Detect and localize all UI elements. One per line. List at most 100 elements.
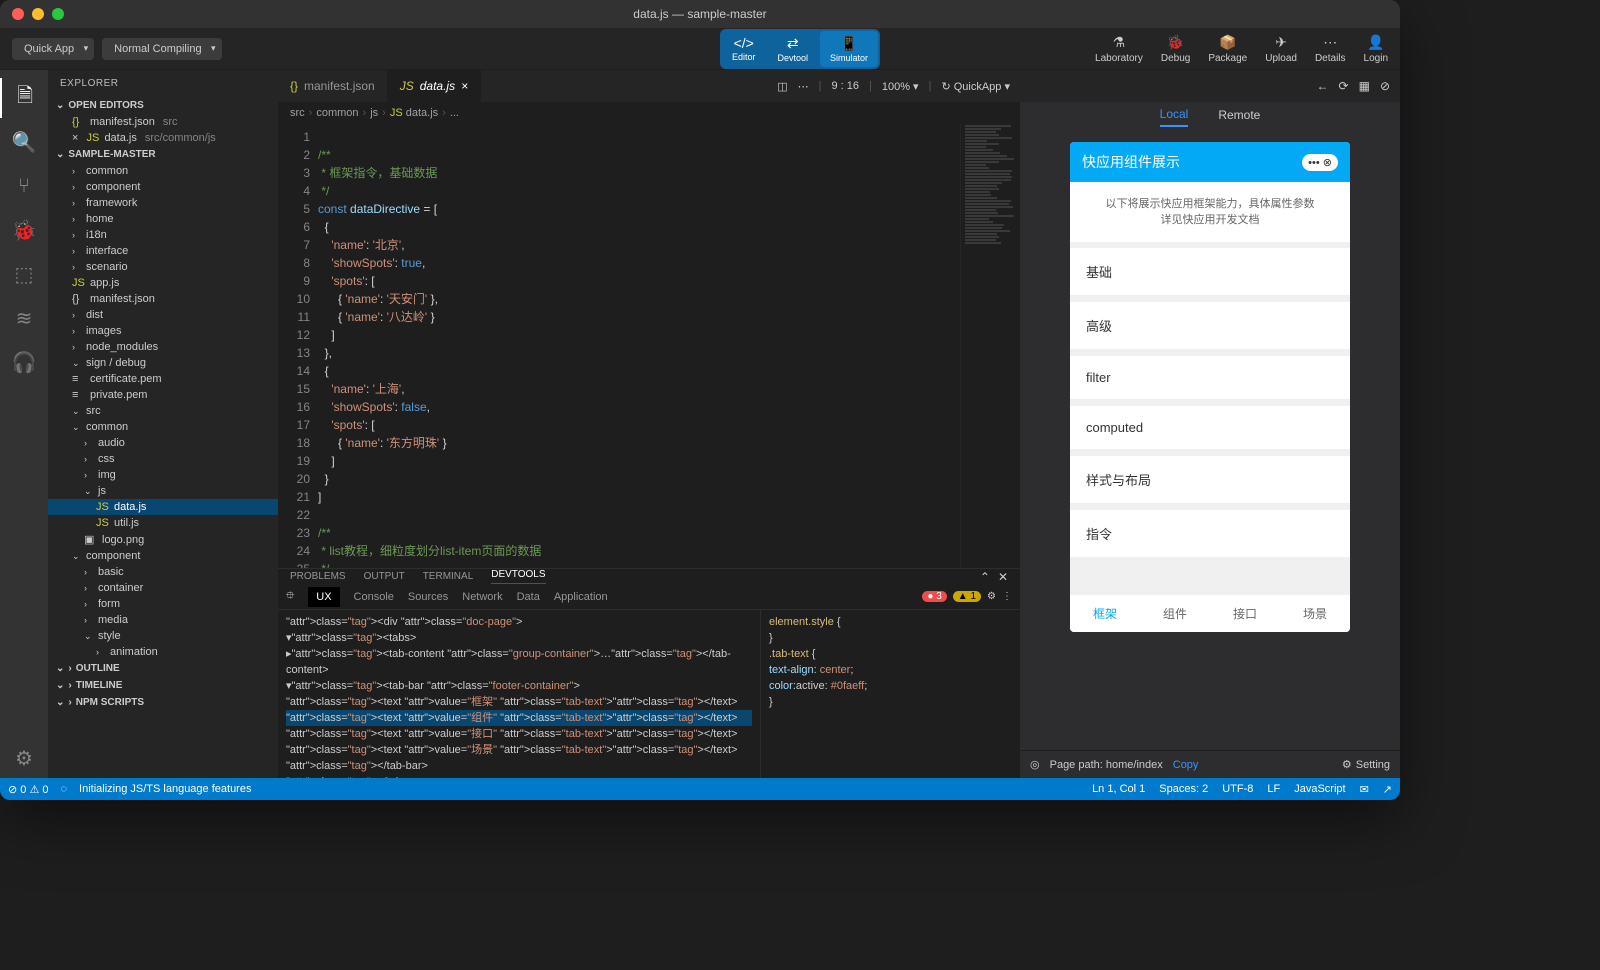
folder-item[interactable]: ›css — [48, 451, 278, 467]
status-problems[interactable]: ⊘ 0 ⚠ 0 — [8, 783, 48, 796]
folder-item[interactable]: ›images — [48, 323, 278, 339]
sim-tab-remote[interactable]: Remote — [1218, 108, 1260, 126]
status-item[interactable]: LF — [1267, 783, 1280, 796]
status-item[interactable]: UTF-8 — [1222, 783, 1253, 796]
folder-item[interactable]: ›home — [48, 211, 278, 227]
folder-item[interactable]: ›interface — [48, 243, 278, 259]
footer-tab[interactable]: 场景 — [1280, 595, 1350, 632]
folder-item[interactable]: ›component — [48, 179, 278, 195]
folder-item[interactable]: ›animation — [48, 644, 278, 660]
section-outline[interactable]: ›OUTLINE — [48, 660, 278, 677]
inspect-icon[interactable]: ⯐ — [286, 587, 294, 606]
footer-tab[interactable]: 组件 — [1140, 595, 1210, 632]
folder-item[interactable]: ›img — [48, 467, 278, 483]
folder-item[interactable]: ›framework — [48, 195, 278, 211]
dt-tab-data[interactable]: Data — [517, 591, 540, 603]
minimize-icon[interactable] — [32, 8, 44, 20]
tool-editor[interactable]: </>Editor — [722, 31, 766, 67]
panel-close-icon[interactable]: ✕ — [998, 570, 1008, 584]
close-icon[interactable] — [12, 8, 24, 20]
list-item[interactable]: 基础 — [1070, 248, 1350, 296]
more-icon[interactable]: ⋮ — [1002, 591, 1012, 602]
status-item[interactable]: JavaScript — [1294, 783, 1345, 796]
list-item[interactable]: 样式与布局 — [1070, 456, 1350, 504]
folder-item[interactable]: ⌄common — [48, 419, 278, 435]
file-item[interactable]: ≡ certificate.pem — [48, 371, 278, 387]
tool-devtool[interactable]: ⇄Devtool — [767, 31, 818, 67]
panel-tab-terminal[interactable]: TERMINAL — [423, 571, 474, 582]
maximize-icon[interactable] — [52, 8, 64, 20]
footer-tab[interactable]: 接口 — [1210, 595, 1280, 632]
search-icon[interactable]: 🔍 — [0, 122, 48, 162]
warn-badge[interactable]: ▲ 1 — [953, 591, 981, 602]
compile-mode-dropdown[interactable]: Normal Compiling — [102, 38, 221, 60]
devtools-dom[interactable]: "attr">class="tag"><div "attr">class="do… — [278, 610, 760, 778]
device-select[interactable]: ↻ QuickApp ▾ — [941, 80, 1010, 93]
extensions-icon[interactable]: ⬚ — [0, 254, 48, 294]
open-editor-item[interactable]: {} manifest.jsonsrc — [48, 114, 278, 130]
folder-item[interactable]: ›audio — [48, 435, 278, 451]
tool-debug[interactable]: 🐞Debug — [1161, 34, 1190, 64]
dt-tab-ux[interactable]: UX — [308, 587, 339, 607]
phone-screen[interactable]: 快应用组件展示 ••• ⊗ 以下将展示快应用框架能力，具体属性参数 详见快应用开… — [1070, 142, 1350, 632]
setting-button[interactable]: ⚙Setting — [1342, 758, 1390, 771]
dt-tab-application[interactable]: Application — [554, 591, 608, 603]
file-item[interactable]: ▣ logo.png — [48, 531, 278, 548]
tool-login[interactable]: 👤Login — [1364, 34, 1388, 64]
section-npm scripts[interactable]: ›NPM SCRIPTS — [48, 694, 278, 711]
file-item[interactable]: JS app.js — [48, 275, 278, 291]
file-item[interactable]: ≡ private.pem — [48, 387, 278, 403]
folder-item[interactable]: ⌄sign / debug — [48, 355, 278, 371]
support-icon[interactable]: 🎧 — [0, 342, 48, 382]
section-timeline[interactable]: ›TIMELINE — [48, 677, 278, 694]
panel-tab-devtools[interactable]: DEVTOOLS — [491, 569, 545, 584]
app-type-dropdown[interactable]: Quick App — [12, 38, 94, 60]
list-item[interactable]: computed — [1070, 406, 1350, 450]
folder-item[interactable]: ›i18n — [48, 227, 278, 243]
zoom-level[interactable]: 100% ▾ — [882, 80, 919, 93]
list-item[interactable]: 高级 — [1070, 302, 1350, 350]
refresh-icon[interactable]: ⟳ — [1339, 79, 1349, 93]
copy-button[interactable]: Copy — [1173, 759, 1199, 771]
dt-tab-console[interactable]: Console — [354, 591, 394, 603]
folder-item[interactable]: ›form — [48, 596, 278, 612]
error-badge[interactable]: ● 3 — [922, 591, 946, 602]
folder-item[interactable]: ⌄style — [48, 628, 278, 644]
tool-details[interactable]: ⋯Details — [1315, 34, 1346, 64]
devtools-styles[interactable]: element.style {}.tab-text { text-align: … — [760, 610, 1020, 778]
close-icon[interactable]: × — [461, 79, 468, 93]
tool-simulator[interactable]: 📱Simulator — [820, 31, 878, 67]
folder-item[interactable]: ›scenario — [48, 259, 278, 275]
folder-item[interactable]: ⌄src — [48, 403, 278, 419]
footer-tab[interactable]: 框架 — [1070, 595, 1140, 632]
tool-laboratory[interactable]: ⚗Laboratory — [1095, 34, 1143, 64]
sim-tab-local[interactable]: Local — [1160, 107, 1189, 127]
project-section[interactable]: SAMPLE-MASTER — [48, 146, 278, 163]
folder-item[interactable]: ›common — [48, 163, 278, 179]
settings-icon[interactable]: ⚙ — [0, 738, 48, 778]
file-item[interactable]: {} manifest.json — [48, 291, 278, 307]
panel-tab-problems[interactable]: PROBLEMS — [290, 571, 346, 582]
folder-item[interactable]: ⌄component — [48, 548, 278, 564]
debug-icon[interactable]: 🐞 — [0, 210, 48, 250]
gear-icon[interactable]: ⚙ — [987, 591, 996, 602]
folder-item[interactable]: ›node_modules — [48, 339, 278, 355]
tool-package[interactable]: 📦Package — [1208, 34, 1247, 64]
dt-tab-network[interactable]: Network — [462, 591, 502, 603]
back-icon[interactable]: ← — [1317, 79, 1329, 93]
more-icon[interactable]: ⋯ — [798, 80, 809, 93]
split-icon[interactable]: ◫ — [777, 80, 787, 93]
minimap[interactable] — [960, 124, 1020, 568]
list-item[interactable]: filter — [1070, 356, 1350, 400]
tool-upload[interactable]: ✈Upload — [1265, 34, 1297, 64]
files-icon[interactable]: 🗎 — [0, 78, 48, 118]
file-item[interactable]: JS data.js — [48, 499, 278, 515]
editor-tab[interactable]: {}manifest.json — [278, 70, 388, 102]
breadcrumb[interactable]: src › common › js › JS data.js › ... — [278, 102, 1020, 124]
list-item[interactable]: 指令 — [1070, 510, 1350, 558]
editor-tab[interactable]: JSdata.js× — [388, 70, 481, 102]
stop-icon[interactable]: ⊘ — [1380, 79, 1390, 93]
dt-tab-sources[interactable]: Sources — [408, 591, 448, 603]
layers-icon[interactable]: ≋ — [0, 298, 48, 338]
status-item[interactable]: ↗ — [1383, 783, 1392, 796]
